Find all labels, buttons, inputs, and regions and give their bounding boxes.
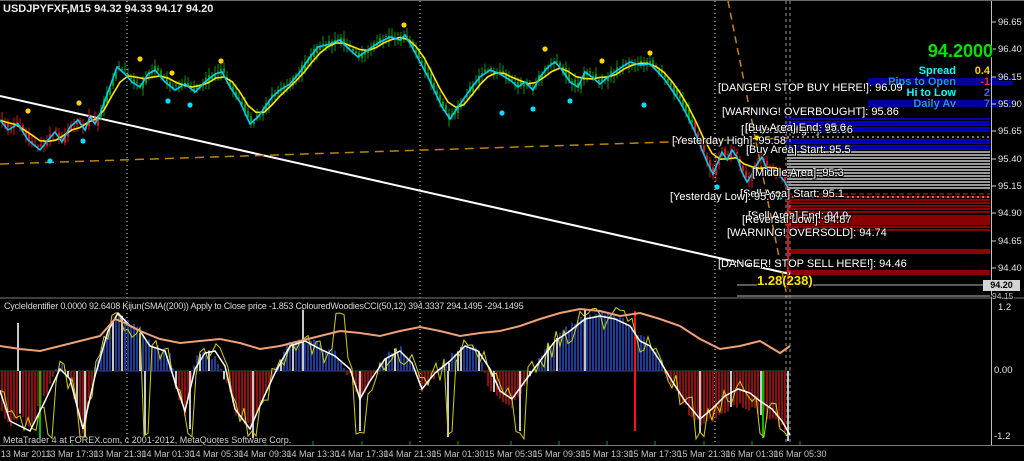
chart-annotation: [WARNING! OVERBOUGHT]: 95.86 (722, 106, 899, 118)
mt4-chart-window: USDJPYFXF,M15 94.32 94.33 94.17 94.20 94… (0, 0, 1024, 461)
chart-annotation: [DANGER! STOP BUY HERE!]: 96.09 (718, 82, 903, 94)
price-axis-label: 94.90 (998, 208, 1022, 219)
time-axis-label: 13 Mar 2013 (0, 449, 52, 459)
indicator-scale-bottom: -1.2 (994, 431, 1011, 442)
time-axis-label: 14 Mar 21:30 (383, 449, 437, 459)
indicator-scale-top: 1.2 (998, 302, 1012, 313)
chart-annotation: [Middle Area]: 95.3 (752, 167, 844, 179)
indicator-scale-zero: 0.00 (994, 365, 1013, 376)
time-axis-label: 13 Mar 17:30 (45, 449, 99, 459)
ask-price-label: 94.15 (992, 291, 1014, 301)
indicator-header: CycleIdentifier 0.0000 92.6408 Kijun(SMA… (4, 301, 524, 311)
price-axis-label: 95.90 (998, 99, 1022, 110)
price-axis-label: 96.65 (998, 17, 1022, 28)
time-axis-label: 15 Mar 21:30 (677, 449, 731, 459)
chart-annotation: [WARNING! OVERSOLD]: 94.74 (727, 227, 887, 239)
time-axis-label: 15 Mar 09:30 (532, 449, 586, 459)
price-axis-label: 95.65 (998, 126, 1022, 137)
chart-title: USDJPYFXF,M15 94.32 94.33 94.17 94.20 (3, 3, 214, 15)
time-axis-label: 15 Mar 13:30 (580, 449, 634, 459)
chart-annotation: [Reversal Low!]: 94.87 (742, 214, 852, 226)
current-price-readout: 94.2000 (927, 41, 993, 61)
time-axis-label: 15 Mar 05:30 (484, 449, 538, 459)
time-axis-label: 15 Mar 01:30 (431, 449, 485, 459)
price-axis-label: 94.65 (998, 236, 1022, 247)
chart-annotation: [DANGER! STOP SELL HERE!]: 94.46 (718, 258, 907, 270)
info-row-daily-av: Daily Av 7 (913, 98, 990, 110)
chart-annotation: 1.28(238) (757, 273, 813, 288)
time-axis-label: 16 Mar 05:30 (773, 449, 827, 459)
time-axis-label: 14 Mar 05:30 (190, 449, 244, 459)
time-axis-label: 14 Mar 17:30 (335, 449, 389, 459)
time-axis-label: 15 Mar 17:30 (628, 449, 682, 459)
copyright-text: MetaTrader 4 at FOREX.com, c 2001-2012, … (3, 435, 292, 445)
descending-trendline (0, 95, 791, 275)
price-axis-label: 96.15 (998, 72, 1022, 83)
chart-annotation: [Buy Area] End: 95.6 (745, 122, 846, 134)
price-axis-label: 95.15 (998, 181, 1022, 192)
current-price-marker: 94.20 (983, 280, 1020, 291)
price-axis-label: 95.40 (998, 154, 1022, 165)
price-axis-label: 94.40 (998, 263, 1022, 274)
chart-canvas[interactable] (0, 1, 1024, 447)
time-axis-label: 14 Mar 09:30 (238, 449, 292, 459)
chart-annotation: [Yesterday Low]: 95.07 (670, 191, 782, 203)
time-axis-label: 13 Mar 21:30 (93, 449, 147, 459)
time-axis-label: 14 Mar 01:30 (141, 449, 195, 459)
chart-annotation: [Buy Area] Start: 95.5 (746, 144, 851, 156)
time-axis-label: 14 Mar 13:30 (286, 449, 340, 459)
time-axis-label: 16 Mar 01:30 (725, 449, 779, 459)
price-axis-label: 96.40 (998, 44, 1022, 55)
